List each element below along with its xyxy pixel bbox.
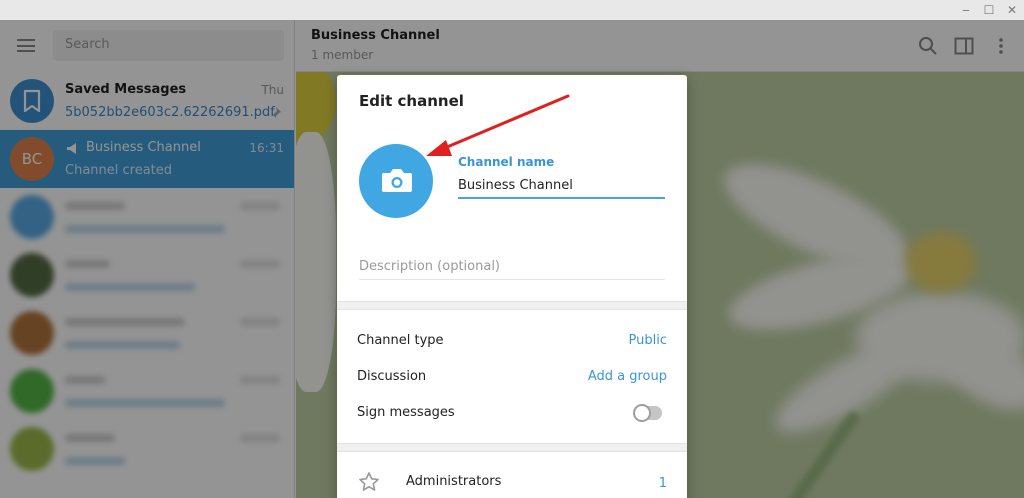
- row-label: Administrators: [406, 474, 502, 489]
- dialog-title: Edit channel: [359, 92, 464, 110]
- camera-icon: [382, 169, 412, 192]
- channel-type-value[interactable]: Public: [629, 333, 667, 348]
- channel-photo-button[interactable]: [359, 144, 433, 218]
- section-divider: [337, 301, 687, 310]
- row-label: Sign messages: [357, 405, 455, 420]
- close-window-button[interactable]: ✕: [1002, 1, 1022, 19]
- star-icon: [359, 472, 379, 491]
- maximize-button[interactable]: ☐: [979, 1, 999, 19]
- administrators-count: 1: [658, 476, 667, 491]
- channel-name-input[interactable]: [458, 174, 665, 199]
- add-group-link[interactable]: Add a group: [588, 369, 667, 384]
- edit-channel-dialog: Edit channel Channel name Channel type P…: [337, 75, 687, 498]
- row-label: Discussion: [357, 369, 427, 384]
- section-divider: [337, 443, 687, 452]
- description-input[interactable]: [359, 253, 665, 280]
- minimize-button[interactable]: ‒: [956, 1, 976, 19]
- sign-messages-toggle[interactable]: [633, 404, 662, 422]
- channel-name-label: Channel name: [458, 155, 555, 169]
- window-titlebar: ‒ ☐ ✕: [0, 0, 1024, 20]
- row-label: Channel type: [357, 333, 444, 348]
